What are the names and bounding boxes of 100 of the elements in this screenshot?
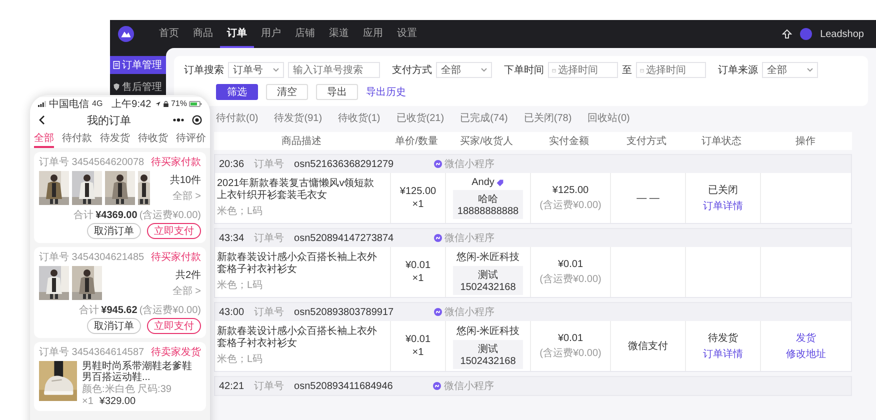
order-time: 42:21 bbox=[219, 380, 244, 392]
shipping-fee: (含运费¥0.00) bbox=[540, 346, 602, 360]
order-number: 订单号 3454304621485 bbox=[39, 250, 144, 264]
status-tab[interactable]: 待收货(1) bbox=[338, 111, 380, 127]
quantity: ×1 bbox=[412, 273, 424, 284]
product-title: 新款春装设计感小众百搭长袖上衣外 套格子衬衣衬衫女 bbox=[217, 326, 377, 350]
order-number: osn520893803789917 bbox=[294, 306, 394, 318]
product-title: 新款春装设计感小众百搭长袖上衣外 套格子衬衣衬衫女 bbox=[217, 252, 377, 276]
history-link[interactable]: 导出历史 bbox=[366, 85, 406, 99]
order-detail-link[interactable]: 订单详情 bbox=[703, 199, 743, 213]
upload-icon[interactable] bbox=[782, 29, 792, 39]
date-field[interactable]: 选择时间 bbox=[636, 62, 706, 78]
order-time: 20:36 bbox=[219, 158, 244, 170]
user-name[interactable]: Leadshop bbox=[820, 28, 864, 40]
status-tab[interactable]: 回收站(0) bbox=[588, 111, 630, 127]
quantity: ×1 bbox=[412, 199, 424, 210]
order-tab[interactable]: 待发货 bbox=[100, 130, 130, 148]
total-label: 合计 bbox=[74, 208, 94, 222]
page-title: 我的订单 bbox=[86, 114, 132, 128]
order-source: 微信小程序 bbox=[444, 380, 494, 393]
document-icon bbox=[113, 61, 120, 69]
shipping-fee: (含运费¥0.00) bbox=[540, 272, 602, 286]
order-detail-link[interactable]: 订单详情 bbox=[703, 347, 743, 361]
status-tab[interactable]: 待发货(91) bbox=[274, 111, 322, 127]
nav-item[interactable]: 设置 bbox=[390, 20, 424, 48]
nav-item[interactable]: 商品 bbox=[186, 20, 220, 48]
paid-amount: ¥0.01 bbox=[558, 258, 584, 270]
product-spec: 米色；L码 bbox=[217, 204, 263, 218]
order-tab[interactable]: 全部 bbox=[34, 130, 54, 148]
pay-button[interactable]: 立即支付 bbox=[147, 223, 201, 239]
paid-amount: ¥125.00 bbox=[552, 184, 589, 196]
caret-icon bbox=[273, 68, 279, 72]
receiver-name: 哈哈 bbox=[478, 193, 498, 206]
total-amount: ¥4369.00 bbox=[96, 210, 138, 221]
swirl-icon bbox=[434, 308, 442, 316]
product-spec: 米色；L码 bbox=[217, 278, 263, 292]
status-tab[interactable]: 已收货(21) bbox=[396, 111, 444, 127]
sidebar-item[interactable]: 售后管理 bbox=[110, 78, 166, 96]
status-tab[interactable]: 已关闭(78) bbox=[524, 111, 572, 127]
sidebar-item[interactable]: 订单管理 bbox=[110, 56, 166, 74]
field-label: 支付方式 bbox=[392, 64, 432, 77]
order-number: 订单号 3454564620078 bbox=[39, 156, 144, 169]
range-separator: 至 bbox=[622, 64, 632, 77]
unit-price: ¥125.00 bbox=[400, 186, 436, 197]
date-field[interactable]: 选择时间 bbox=[548, 62, 618, 78]
action-link[interactable]: 修改地址 bbox=[786, 347, 826, 361]
search-field[interactable]: 输入订单号搜索 bbox=[288, 62, 380, 78]
logo-icon[interactable] bbox=[118, 26, 134, 42]
column-header: 支付方式 bbox=[626, 134, 668, 148]
cancel-button[interactable]: 取消订单 bbox=[87, 223, 141, 239]
order-number-label: 订单号 bbox=[254, 158, 284, 171]
clock-time: 上午9:42 bbox=[112, 98, 152, 110]
nav-item[interactable]: 用户 bbox=[254, 20, 288, 48]
dropdown[interactable]: 全部 bbox=[436, 62, 492, 78]
order-number-label: 订单号 bbox=[254, 380, 284, 393]
more-icon[interactable] bbox=[173, 118, 184, 122]
quantity: ×1 bbox=[412, 347, 424, 358]
order-time: 43:00 bbox=[219, 306, 244, 318]
nav-item[interactable]: 店铺 bbox=[288, 20, 322, 48]
unit-price: ¥0.01 bbox=[405, 260, 431, 271]
order-number: osn521636368291279 bbox=[294, 158, 394, 170]
paid-amount: ¥0.01 bbox=[558, 332, 584, 344]
column-header: 商品描述 bbox=[280, 134, 322, 148]
product-spec: 米色；L码 bbox=[217, 352, 263, 366]
dropdown[interactable]: 全部 bbox=[762, 62, 818, 78]
payment-method: 微信支付 bbox=[628, 340, 668, 353]
order-status: 已关闭 bbox=[708, 184, 738, 197]
filter-button[interactable]: 筛选 bbox=[216, 84, 258, 100]
order-tab[interactable]: 待付款 bbox=[62, 130, 92, 148]
target-icon[interactable] bbox=[192, 115, 202, 125]
order-tab[interactable]: 待收货 bbox=[138, 130, 168, 148]
back-icon[interactable] bbox=[38, 115, 45, 125]
nav-item[interactable]: 应用 bbox=[356, 20, 390, 48]
receiver-phone: 1502432168 bbox=[460, 282, 516, 292]
status-tab[interactable]: 已完成(74) bbox=[460, 111, 508, 127]
shipping-fee: (含运费¥0.00) bbox=[139, 304, 201, 317]
nav-item[interactable]: 渠道 bbox=[322, 20, 356, 48]
item-count: 共2件 bbox=[175, 268, 201, 282]
buyer-name: Andy bbox=[472, 177, 494, 188]
order-time: 43:34 bbox=[219, 232, 244, 244]
order-tab[interactable]: 待评价 bbox=[176, 130, 206, 148]
carrier-name: 中国电信 bbox=[49, 98, 89, 110]
unit-price: ¥0.01 bbox=[405, 334, 431, 345]
action-button[interactable]: 导出 bbox=[316, 84, 358, 100]
pay-button[interactable]: 立即支付 bbox=[147, 318, 201, 334]
product-title: 2021年新款春装复古慵懒风v领短款 上衣针织开衫套装毛衣女 bbox=[217, 178, 374, 202]
payment-method: — — bbox=[636, 192, 660, 204]
cancel-button[interactable]: 取消订单 bbox=[87, 318, 141, 334]
action-button[interactable]: 清空 bbox=[266, 84, 308, 100]
action-link[interactable]: 发货 bbox=[796, 331, 816, 345]
caret-icon bbox=[481, 68, 487, 72]
shipping-fee: (含运费¥0.00) bbox=[139, 208, 201, 222]
status-tab[interactable]: 待付款(0) bbox=[216, 111, 258, 127]
buyer-name: 悠闲-米匠科技 bbox=[456, 250, 520, 264]
buyer-name: 悠闲-米匠科技 bbox=[456, 324, 520, 338]
nav-item[interactable]: 首页 bbox=[152, 20, 186, 48]
avatar-icon[interactable] bbox=[800, 28, 812, 40]
dropdown[interactable]: 订单号 bbox=[228, 62, 284, 78]
field-label: 订单来源 bbox=[718, 64, 758, 77]
column-header: 买家/收货人 bbox=[459, 134, 514, 148]
